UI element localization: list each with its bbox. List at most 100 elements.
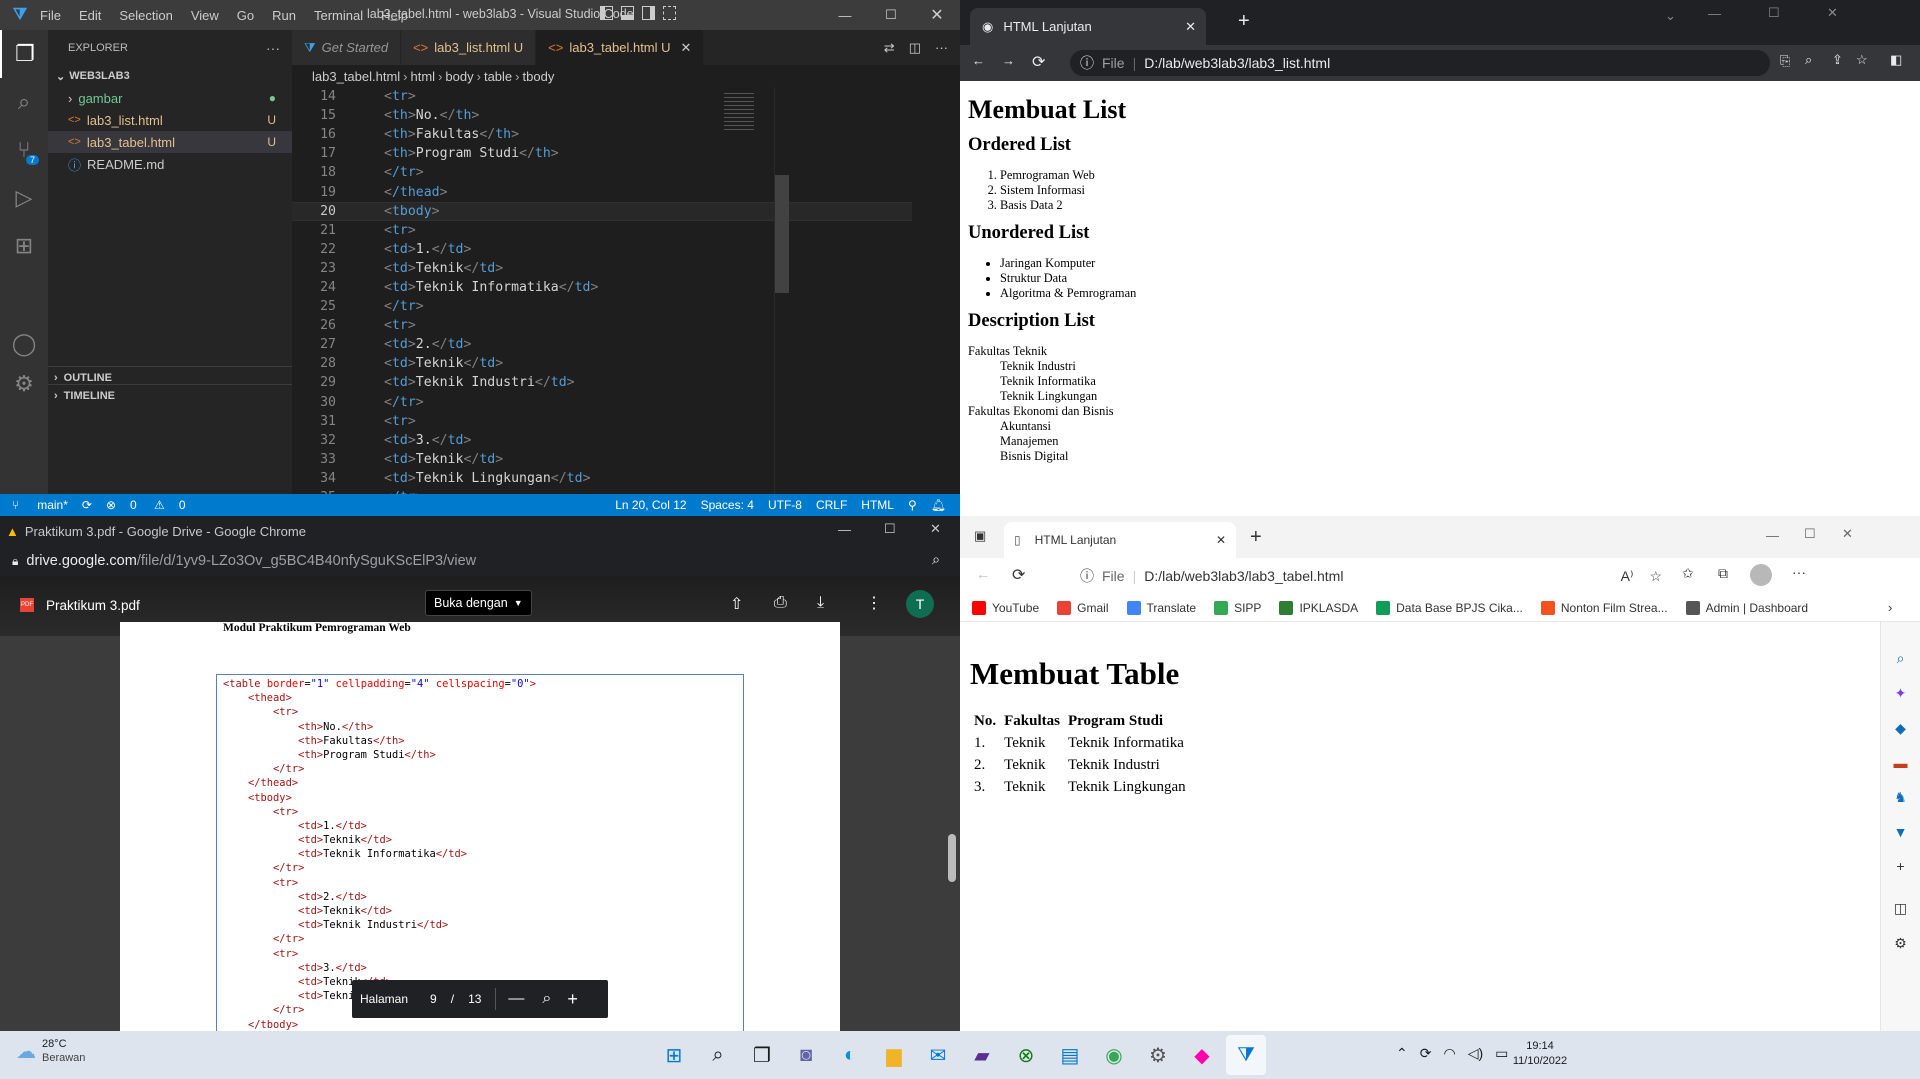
- browser-tab[interactable]: ◉ HTML Lanjutan ✕: [970, 8, 1206, 45]
- address-bar[interactable]: ⓘ File | D:/lab/web3lab3/lab3_list.html: [1070, 50, 1770, 76]
- task-view-icon[interactable]: ❐: [742, 1035, 782, 1075]
- new-tab-icon[interactable]: +: [1238, 10, 1250, 33]
- close-tab-icon[interactable]: ✕: [681, 40, 692, 56]
- read-aloud-icon[interactable]: A⁾: [1621, 568, 1634, 585]
- vscode-icon[interactable]: ⧩: [1226, 1035, 1266, 1075]
- add-to-drive-icon[interactable]: ⇧: [730, 594, 743, 614]
- code-editor[interactable]: 14 <tr> 15 <th>No.</th> 16 <th>Fakultas</th> 1…: [292, 87, 912, 494]
- breadcrumb-item[interactable]: body: [445, 69, 473, 84]
- outlook-icon[interactable]: ▼: [1894, 824, 1908, 840]
- favorites-overflow-icon[interactable]: ›: [1888, 600, 1892, 615]
- settings-more-icon[interactable]: ···: [1792, 564, 1806, 580]
- favorites-icon[interactable]: ✩: [1682, 565, 1694, 582]
- reload-icon[interactable]: ⟳: [1012, 565, 1025, 585]
- download-icon[interactable]: ⤓: [817, 594, 824, 612]
- extensions-icon[interactable]: ⊞: [0, 222, 48, 270]
- code-line[interactable]: 20 <tbody>: [292, 201, 912, 221]
- notepad-icon[interactable]: ▤: [1050, 1035, 1090, 1075]
- sidebar-toggle-icon[interactable]: ◫: [1894, 900, 1907, 917]
- minimize-icon[interactable]: —: [1708, 6, 1721, 21]
- current-page-input[interactable]: 9: [430, 992, 437, 1006]
- run-debug-icon[interactable]: ▷: [0, 174, 48, 222]
- forward-icon[interactable]: →: [1002, 53, 1015, 68]
- code-line[interactable]: 25 </tr>: [292, 297, 912, 316]
- file-item[interactable]: <> lab3_list.html U: [48, 109, 292, 131]
- pdf-scrollbar-thumb[interactable]: [948, 834, 956, 882]
- tab-lab3-list[interactable]: <> lab3_list.html U: [401, 30, 537, 65]
- back-icon[interactable]: ←: [972, 53, 985, 68]
- games-icon[interactable]: ♞: [1894, 789, 1907, 806]
- minimap[interactable]: [720, 87, 776, 137]
- language-mode[interactable]: HTML: [861, 498, 894, 512]
- maximize-icon[interactable]: ☐: [868, 7, 914, 23]
- tools-icon[interactable]: ▬: [1894, 755, 1908, 771]
- minimize-icon[interactable]: —: [838, 522, 851, 537]
- split-editor-icon[interactable]: ◫: [909, 40, 921, 56]
- volume-icon[interactable]: ◁): [1468, 1045, 1483, 1062]
- drive-address-bar[interactable]: 🔒︎ drive.google.com/file/d/1yv9-LZo3Ov_g…: [0, 546, 960, 576]
- favorite-link[interactable]: YouTube: [972, 600, 1039, 615]
- toggle-panel-icon[interactable]: [621, 6, 634, 20]
- code-line[interactable]: 17 <th>Program Studi</th>: [292, 144, 912, 163]
- address-bar[interactable]: ⓘ File | D:/lab/web3lab3/lab3_tabel.html…: [1070, 562, 1670, 590]
- shopping-icon[interactable]: ◆: [1895, 720, 1906, 737]
- code-line[interactable]: 27 <td>2.</td>: [292, 335, 912, 354]
- zoom-icon[interactable]: ⌕: [932, 552, 940, 568]
- source-control-icon[interactable]: ⑂ 7: [0, 126, 48, 174]
- breadcrumb-item[interactable]: tbody: [523, 69, 555, 84]
- close-tab-icon[interactable]: ✕: [1185, 19, 1196, 35]
- toggle-sidebar-icon[interactable]: [600, 6, 613, 20]
- timeline-section[interactable]: › TIMELINE: [48, 384, 292, 406]
- zoom-icon[interactable]: ⌕: [1805, 52, 1812, 68]
- branch-name[interactable]: main*: [37, 498, 68, 512]
- tab-lab3-tabel[interactable]: <> lab3_tabel.html U ✕: [536, 30, 705, 65]
- zoom-icon[interactable]: ⌕: [542, 990, 551, 1008]
- menu-run[interactable]: Run: [272, 8, 296, 23]
- search-icon[interactable]: ⌕: [1897, 650, 1905, 667]
- tab-get-started[interactable]: ⧩ Get Started: [292, 30, 402, 65]
- breadcrumb-item[interactable]: lab3_tabel.html: [312, 69, 400, 84]
- share-icon[interactable]: ⇪: [1832, 52, 1843, 68]
- file-item[interactable]: ⓘ README.md: [48, 153, 292, 175]
- search-icon[interactable]: ⌕: [698, 1035, 738, 1075]
- breadcrumb-item[interactable]: html: [411, 69, 436, 84]
- profile-avatar[interactable]: T: [906, 590, 934, 618]
- zoom-in-icon[interactable]: +: [567, 989, 578, 1010]
- toggle-secondary-sidebar-icon[interactable]: [642, 6, 655, 20]
- code-line[interactable]: 24 <td>Teknik Informatika</td>: [292, 278, 912, 297]
- teams-chat-icon[interactable]: ◙: [786, 1035, 826, 1075]
- more-actions-icon[interactable]: ···: [266, 40, 280, 56]
- workspace-folder[interactable]: ⌄ WEB3LAB3: [48, 65, 292, 87]
- close-icon[interactable]: ✕: [914, 5, 960, 25]
- new-tab-icon[interactable]: +: [1250, 526, 1262, 549]
- maximize-icon[interactable]: ☐: [1804, 526, 1816, 542]
- favorite-link[interactable]: Translate: [1126, 600, 1196, 615]
- line-endings[interactable]: CRLF: [816, 498, 847, 512]
- code-line[interactable]: 26 <tr>: [292, 316, 912, 335]
- more-options-icon[interactable]: ⋮: [866, 593, 882, 613]
- add-favorite-icon[interactable]: ☆: [1649, 568, 1662, 585]
- favorite-link[interactable]: SIPP: [1214, 600, 1261, 615]
- maximize-icon[interactable]: ☐: [1768, 5, 1780, 21]
- translate-icon[interactable]: ⎘: [1780, 53, 1790, 69]
- minimize-icon[interactable]: —: [822, 8, 868, 23]
- profile-avatar[interactable]: [1750, 564, 1772, 586]
- collections-icon[interactable]: ⧉: [1718, 565, 1728, 582]
- code-line[interactable]: 16 <th>Fakultas</th>: [292, 125, 912, 144]
- file-item[interactable]: › gambar ●: [48, 87, 292, 109]
- sync-icon[interactable]: ⟳: [82, 498, 92, 512]
- code-line[interactable]: 33 <td>Teknik</td>: [292, 450, 912, 469]
- favorite-link[interactable]: IPKLASDA: [1279, 600, 1358, 615]
- sidepanel-icon[interactable]: ◧: [1890, 52, 1902, 68]
- close-icon[interactable]: ✕: [930, 521, 941, 537]
- code-line[interactable]: 29 <td>Teknik Industri</td>: [292, 373, 912, 392]
- problems-indicator[interactable]: ⊗ 0 ⚠ 0: [106, 498, 200, 512]
- favorite-link[interactable]: Data Base BPJS Cika...: [1376, 600, 1523, 615]
- menu-view[interactable]: View: [191, 8, 219, 23]
- code-line[interactable]: 32 <td>3.</td>: [292, 431, 912, 450]
- favorite-link[interactable]: Admin | Dashboard: [1685, 600, 1808, 615]
- clock[interactable]: 19:14 11/10/2022: [1500, 1039, 1580, 1069]
- notifications-bell-icon[interactable]: 🔔︎: [931, 498, 946, 512]
- bookmark-star-icon[interactable]: ☆: [1856, 52, 1868, 68]
- back-icon[interactable]: ←: [976, 566, 990, 582]
